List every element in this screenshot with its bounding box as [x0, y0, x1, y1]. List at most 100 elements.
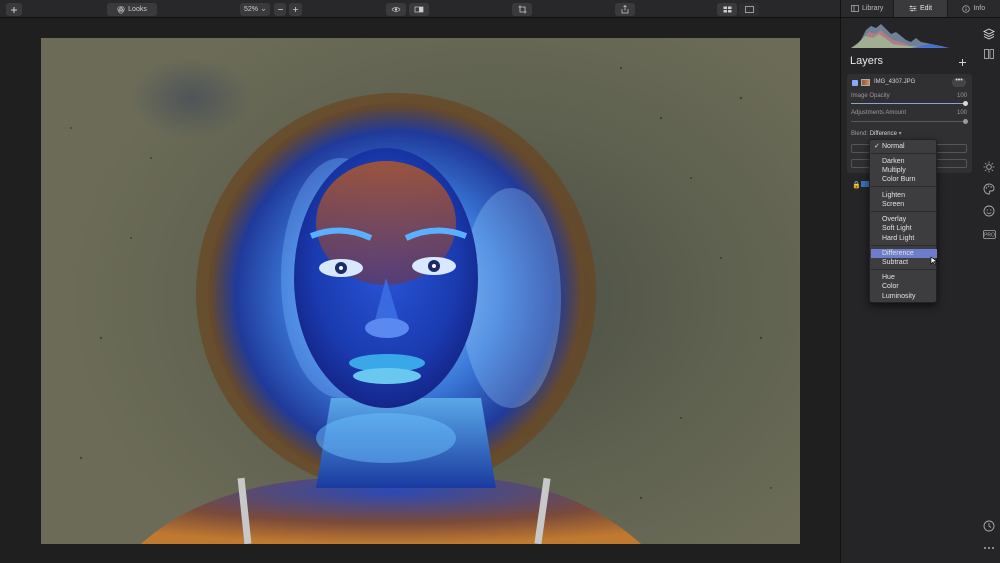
layer-thumbnail: [861, 79, 870, 86]
preview-toggle-button[interactable]: [386, 3, 406, 16]
share-button[interactable]: [615, 3, 635, 16]
crop-icon: [518, 5, 526, 14]
menu-item-subtract[interactable]: Subtract: [871, 258, 937, 267]
layer-name: IMG_4307.JPG: [874, 79, 916, 85]
compare-icon: [414, 6, 424, 13]
menu-item-lighten[interactable]: Lighten: [871, 191, 937, 200]
tab-edit-label: Edit: [919, 5, 933, 12]
compare-button[interactable]: [409, 3, 429, 16]
menu-separator: [871, 153, 937, 154]
menu-item-luminosity[interactable]: Luminosity: [871, 292, 937, 301]
slider-handle[interactable]: [963, 119, 968, 124]
menu-item-label: Difference: [882, 250, 914, 257]
tool-sidebar: PRO: [978, 18, 1000, 563]
menu-separator: [871, 211, 937, 212]
menu-item-normal[interactable]: ✓ Normal: [871, 142, 937, 151]
menu-item-screen[interactable]: Screen: [871, 200, 937, 209]
image-canvas[interactable]: [0, 18, 840, 563]
menu-separator: [871, 269, 937, 270]
menu-item-color[interactable]: Color: [871, 282, 937, 291]
menu-item-hard-light[interactable]: Hard Light: [871, 234, 937, 243]
eye-icon: [391, 7, 401, 12]
minus-icon: [277, 9, 283, 10]
blend-label: Blend:: [851, 131, 869, 137]
layer-visibility-checkbox[interactable]: [852, 80, 858, 86]
blend-value[interactable]: Difference: [870, 131, 897, 137]
plus-icon: [293, 7, 298, 12]
pro-tool-button[interactable]: PRO: [981, 226, 997, 242]
info-icon: [962, 4, 971, 13]
image-opacity-slider[interactable]: [851, 101, 968, 106]
zoom-value: 52%: [243, 6, 258, 13]
image-opacity-value: 100: [956, 93, 967, 99]
creative-tool-button[interactable]: [981, 181, 997, 197]
slider-handle[interactable]: [963, 101, 968, 106]
menu-item-darken[interactable]: Darken: [871, 157, 937, 166]
layers-icon: [983, 28, 995, 40]
panel-tabs: Library Edit Info: [841, 0, 1000, 18]
photo[interactable]: [41, 38, 800, 544]
adjustments-amount-value: 100: [956, 110, 967, 116]
sliders-icon: [909, 5, 917, 12]
tab-library[interactable]: Library: [841, 0, 895, 17]
share-icon: [621, 5, 629, 14]
mouse-cursor-icon: [930, 256, 938, 266]
menu-separator: [871, 186, 937, 187]
menu-item-label: Soft Light: [882, 225, 912, 232]
chevron-down-icon: [261, 8, 266, 11]
tab-info[interactable]: Info: [948, 0, 1000, 17]
zoom-out-button[interactable]: [274, 3, 286, 16]
layers-title: Layers: [850, 55, 884, 67]
menu-item-label: Luminosity: [882, 293, 916, 300]
menu-item-color-burn[interactable]: Color Burn: [871, 175, 937, 184]
looks-label: Looks: [128, 6, 147, 13]
blend-row[interactable]: Blend: Difference ▾: [851, 130, 902, 137]
menu-item-hue[interactable]: Hue: [871, 273, 937, 282]
adjustments-amount-slider[interactable]: [851, 119, 968, 124]
menu-item-label: Darken: [882, 158, 905, 165]
layer-more-button[interactable]: •••: [952, 77, 966, 87]
zoom-in-button[interactable]: [289, 3, 302, 16]
menu-item-label: Multiply: [882, 167, 906, 174]
menu-item-multiply[interactable]: Multiply: [871, 166, 937, 175]
layers-tool-button[interactable]: [981, 26, 997, 42]
menu-item-label: Screen: [882, 201, 905, 208]
menu-item-soft-light[interactable]: Soft Light: [871, 224, 937, 233]
ellipsis-icon: [984, 547, 994, 549]
svg-text:PRO: PRO: [984, 232, 995, 238]
sun-icon: [983, 161, 995, 173]
grid-icon: [723, 6, 731, 13]
tab-info-label: Info: [973, 5, 986, 12]
grid-view-button[interactable]: [717, 3, 737, 16]
app-window: Looks 52% Library Edit Info PRO Layers I…: [0, 0, 1000, 563]
history-button[interactable]: [981, 518, 997, 534]
essentials-tool-button[interactable]: [981, 159, 997, 175]
menu-item-difference[interactable]: Difference: [871, 249, 937, 258]
menu-item-label: Overlay: [882, 216, 907, 223]
menu-item-label: Normal: [882, 143, 905, 150]
blend-mode-menu[interactable]: ✓ Normal Darken Multiply Color Burn Ligh…: [869, 139, 937, 303]
add-image-button[interactable]: [6, 3, 22, 16]
compare-panels-button[interactable]: [981, 46, 997, 62]
zoom-dropdown[interactable]: 52%: [240, 3, 270, 16]
tab-library-label: Library: [861, 5, 884, 12]
lock-icon: 🔒: [852, 182, 861, 189]
looks-button[interactable]: Looks: [107, 3, 157, 16]
checkmark-icon: ✓: [874, 143, 880, 150]
menu-item-overlay[interactable]: Overlay: [871, 215, 937, 224]
single-view-button[interactable]: [739, 3, 759, 16]
clock-icon: [983, 520, 995, 532]
plus-icon: [11, 6, 17, 13]
menu-item-label: Lighten: [882, 192, 905, 199]
add-layer-button[interactable]: [955, 55, 969, 69]
photo-content: [70, 66, 772, 544]
crop-button[interactable]: [512, 3, 532, 16]
tab-edit[interactable]: Edit: [894, 0, 948, 17]
portrait-tool-button[interactable]: [981, 203, 997, 219]
menu-item-label: Hard Light: [882, 235, 915, 242]
pro-icon: PRO: [982, 229, 996, 239]
adjustments-amount-label: Adjustments Amount: [851, 110, 907, 116]
histogram: [851, 24, 949, 48]
more-options-button[interactable]: [981, 540, 997, 556]
menu-item-label: Subtract: [882, 259, 909, 266]
